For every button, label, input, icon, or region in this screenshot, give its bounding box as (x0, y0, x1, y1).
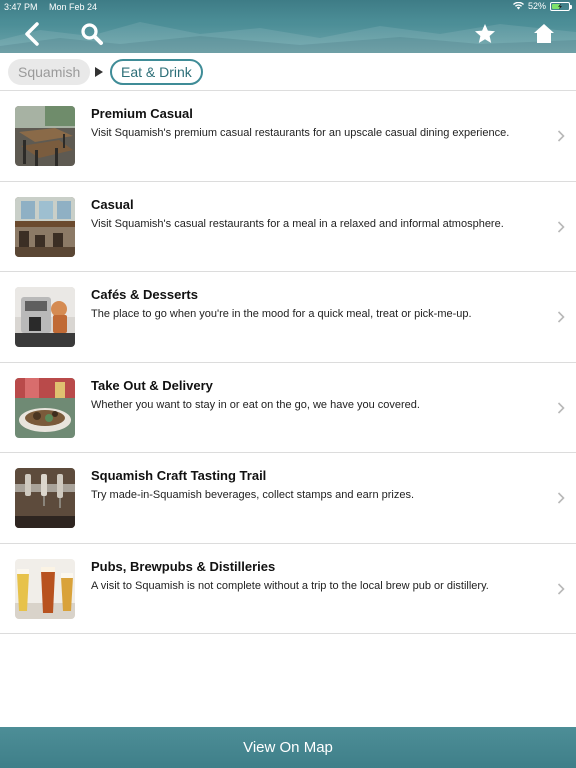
list-item-casual[interactable]: Casual Visit Squamish's casual restauran… (0, 181, 576, 272)
back-arrow-icon (25, 22, 39, 46)
list-item-title: Premium Casual (91, 106, 193, 121)
app-header: 3:47 PM Mon Feb 24 52% (0, 0, 576, 53)
list-item-title: Cafés & Desserts (91, 287, 198, 302)
view-on-map-label: View On Map (243, 739, 333, 756)
chevron-right-icon (557, 311, 565, 323)
espresso-machine-photo (15, 287, 75, 347)
list-item-description: Whether you want to stay in or eat on th… (91, 398, 420, 411)
status-time: 3:47 PM (4, 2, 38, 12)
list-item-title: Pubs, Brewpubs & Distilleries (91, 558, 276, 574)
chevron-right-icon (557, 492, 565, 504)
list-item-title: Casual (91, 196, 134, 212)
list-item-title: Take Out & Delivery (91, 377, 213, 393)
search-button[interactable] (78, 20, 106, 48)
view-on-map-button[interactable]: View On Map (0, 727, 576, 768)
status-date: Mon Feb 24 (49, 2, 98, 12)
chevron-right-icon (557, 130, 565, 142)
beer-glasses-photo (15, 558, 75, 619)
battery-percent: 52% (527, 1, 546, 11)
battery-icon (550, 1, 572, 11)
beer-tap-photo (15, 468, 75, 528)
list-item-cafes-desserts[interactable]: Cafés & Desserts The place to go when yo… (0, 272, 576, 363)
star-icon (475, 24, 495, 43)
restaurant-patio-photo (15, 106, 75, 166)
list-item-description: The place to go when you're in the mood … (91, 308, 472, 320)
category-list: Premium Casual Visit Squamish's premium … (0, 91, 576, 634)
charging-bolt-icon (558, 3, 562, 9)
chevron-right-icon (557, 220, 565, 233)
list-item-title: Squamish Craft Tasting Trail (91, 468, 267, 483)
status-bar: 3:47 PM Mon Feb 24 52% (0, 0, 576, 14)
home-button[interactable] (530, 20, 558, 48)
search-icon (81, 23, 103, 45)
list-item-description: Try made-in-Squamish beverages, collect … (91, 489, 415, 501)
list-item-description: A visit to Squamish is not complete with… (91, 579, 489, 592)
list-item-description: Visit Squamish's casual restaurants for … (91, 217, 504, 230)
wifi-icon (512, 2, 524, 10)
list-item-premium-casual[interactable]: Premium Casual Visit Squamish's premium … (0, 91, 576, 182)
breadcrumb-home[interactable]: Squamish (8, 59, 91, 85)
list-item-take-out-delivery[interactable]: Take Out & Delivery Whether you want to … (0, 362, 576, 453)
status-indicators: 52% (512, 1, 572, 11)
favorites-button[interactable] (471, 20, 499, 48)
dining-room-photo (15, 196, 75, 257)
takeout-food-photo (15, 377, 75, 438)
chevron-right-icon (557, 582, 565, 595)
back-button[interactable] (19, 20, 47, 48)
breadcrumb-separator-icon (95, 67, 103, 77)
breadcrumb: Squamish Eat & Drink (0, 53, 576, 91)
list-item-craft-tasting-trail[interactable]: Squamish Craft Tasting Trail Try made-in… (0, 453, 576, 544)
chevron-right-icon (557, 401, 565, 414)
list-item-pubs-brewpubs-distilleries[interactable]: Pubs, Brewpubs & Distilleries A visit to… (0, 543, 576, 634)
breadcrumb-current[interactable]: Eat & Drink (110, 59, 203, 85)
home-icon (534, 24, 554, 43)
list-item-description: Visit Squamish's premium casual restaura… (91, 127, 510, 139)
